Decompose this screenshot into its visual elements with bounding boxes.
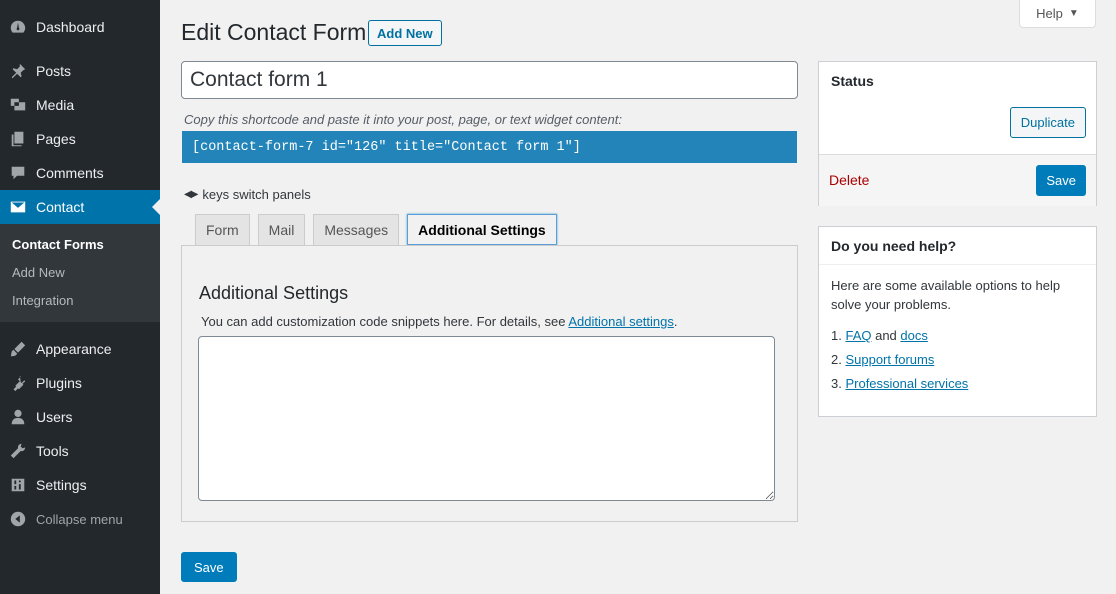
- page-title: Edit Contact Form: [181, 19, 367, 45]
- pin-icon: [0, 62, 36, 80]
- sidebar-item-label: Contact: [36, 199, 85, 215]
- tab-form[interactable]: Form: [195, 214, 250, 245]
- sidebar-item-plugins[interactable]: Plugins: [0, 366, 160, 400]
- admin-sidebar: Dashboard Posts Media Pages Comments Con…: [0, 0, 160, 594]
- envelope-icon: [0, 198, 36, 216]
- additional-settings-textarea[interactable]: [198, 336, 775, 501]
- wrench-icon: [0, 442, 36, 460]
- item-number: 3.: [831, 376, 842, 391]
- additional-settings-panel: Additional Settings You can add customiz…: [181, 245, 798, 522]
- sidebar-item-label: Comments: [36, 165, 104, 181]
- help-heading: Do you need help?: [831, 238, 957, 254]
- collapse-menu-button[interactable]: Collapse menu: [0, 502, 160, 536]
- sidebar-item-dashboard[interactable]: Dashboard: [0, 10, 160, 44]
- list-item: 3. Professional services: [831, 375, 968, 399]
- shortcode-field[interactable]: [contact-form-7 id="126" title="Contact …: [182, 131, 797, 163]
- sidebar-item-contact[interactable]: Contact: [0, 190, 160, 224]
- collapse-menu-label: Collapse menu: [36, 511, 123, 527]
- submenu-contact-forms[interactable]: Contact Forms: [0, 231, 160, 259]
- caret-down-icon: ▼: [1068, 8, 1079, 19]
- help-text: Here are some available options to help …: [831, 278, 1061, 312]
- item-number: 2.: [831, 352, 842, 367]
- panel-description: You can add customization code snippets …: [201, 314, 678, 329]
- dashboard-icon: [0, 18, 36, 36]
- user-icon: [0, 408, 36, 426]
- sidebar-item-label: Pages: [36, 131, 76, 147]
- sidebar-item-users[interactable]: Users: [0, 400, 160, 434]
- keys-hint: ◀▶ keys switch panels: [184, 187, 311, 202]
- delete-link[interactable]: Delete: [829, 172, 869, 188]
- sidebar-item-tools[interactable]: Tools: [0, 434, 160, 468]
- desc-text: You can add customization code snippets …: [201, 314, 569, 329]
- tab-additional-settings[interactable]: Additional Settings: [407, 214, 557, 245]
- tab-mail[interactable]: Mail: [257, 214, 306, 245]
- panel-tabs: Form Mail Messages Additional Settings: [195, 214, 557, 245]
- submenu-integration[interactable]: Integration: [0, 287, 160, 315]
- list-item: 1. FAQ and docs: [831, 327, 968, 351]
- sidebar-item-comments[interactable]: Comments: [0, 156, 160, 190]
- sidebar-item-pages[interactable]: Pages: [0, 122, 160, 156]
- submenu-add-new[interactable]: Add New: [0, 259, 160, 287]
- help-label: Help: [1036, 6, 1063, 21]
- sidebar-item-settings[interactable]: Settings: [0, 468, 160, 502]
- faq-link[interactable]: FAQ: [845, 328, 871, 343]
- tab-messages[interactable]: Messages: [313, 214, 400, 245]
- sidebar-item-label: Users: [36, 409, 73, 425]
- form-title-input[interactable]: [181, 61, 798, 99]
- sidebar-item-media[interactable]: Media: [0, 88, 160, 122]
- divider: [819, 264, 1096, 265]
- collapse-icon: [0, 510, 36, 528]
- sidebar-item-appearance[interactable]: Appearance: [0, 332, 160, 366]
- item-text: and: [871, 328, 901, 343]
- plugin-icon: [0, 374, 36, 392]
- comment-icon: [0, 164, 36, 182]
- media-icon: [0, 96, 36, 114]
- sidebar-item-label: Appearance: [36, 341, 112, 357]
- sidebar-item-label: Settings: [36, 477, 87, 493]
- docs-link[interactable]: docs: [900, 328, 927, 343]
- status-save-button[interactable]: Save: [1036, 165, 1086, 196]
- main-content: Help ▼ Edit Contact Form Add New Copy th…: [160, 0, 1116, 594]
- save-button[interactable]: Save: [181, 552, 237, 582]
- sidebar-item-label: Media: [36, 97, 75, 113]
- add-new-button[interactable]: Add New: [368, 20, 442, 46]
- left-right-arrows-icon: ◀▶: [184, 189, 198, 200]
- panel-heading: Additional Settings: [199, 283, 349, 303]
- sidebar-item-label: Plugins: [36, 375, 82, 391]
- support-forums-link[interactable]: Support forums: [845, 352, 934, 367]
- list-item: 2. Support forums: [831, 351, 968, 375]
- duplicate-button[interactable]: Duplicate: [1009, 107, 1086, 138]
- settings-icon: [0, 476, 36, 494]
- professional-services-link[interactable]: Professional services: [845, 376, 968, 391]
- status-heading: Status: [831, 73, 874, 89]
- status-actions: Delete Save: [819, 154, 1096, 206]
- desc-suffix: .: [673, 314, 678, 329]
- pages-icon: [0, 130, 36, 148]
- item-number: 1.: [831, 328, 842, 343]
- sidebar-item-label: Posts: [36, 63, 72, 79]
- shortcode-label: Copy this shortcode and paste it into yo…: [184, 112, 622, 127]
- help-list: 1. FAQ and docs 2. Support forums 3. Pro…: [831, 327, 968, 399]
- sidebar-item-label: Tools: [36, 443, 69, 459]
- keys-hint-text: keys switch panels: [202, 187, 311, 202]
- help-box: Do you need help? Here are some availabl…: [818, 226, 1097, 417]
- help-tab-button[interactable]: Help ▼: [1019, 0, 1096, 28]
- contact-submenu: Contact Forms Add New Integration: [0, 224, 160, 322]
- sidebar-item-posts[interactable]: Posts: [0, 54, 160, 88]
- brush-icon: [0, 340, 36, 358]
- sidebar-item-label: Dashboard: [36, 19, 105, 35]
- status-box: Status Duplicate Delete Save: [818, 61, 1097, 206]
- additional-settings-link[interactable]: Additional settings: [568, 314, 674, 329]
